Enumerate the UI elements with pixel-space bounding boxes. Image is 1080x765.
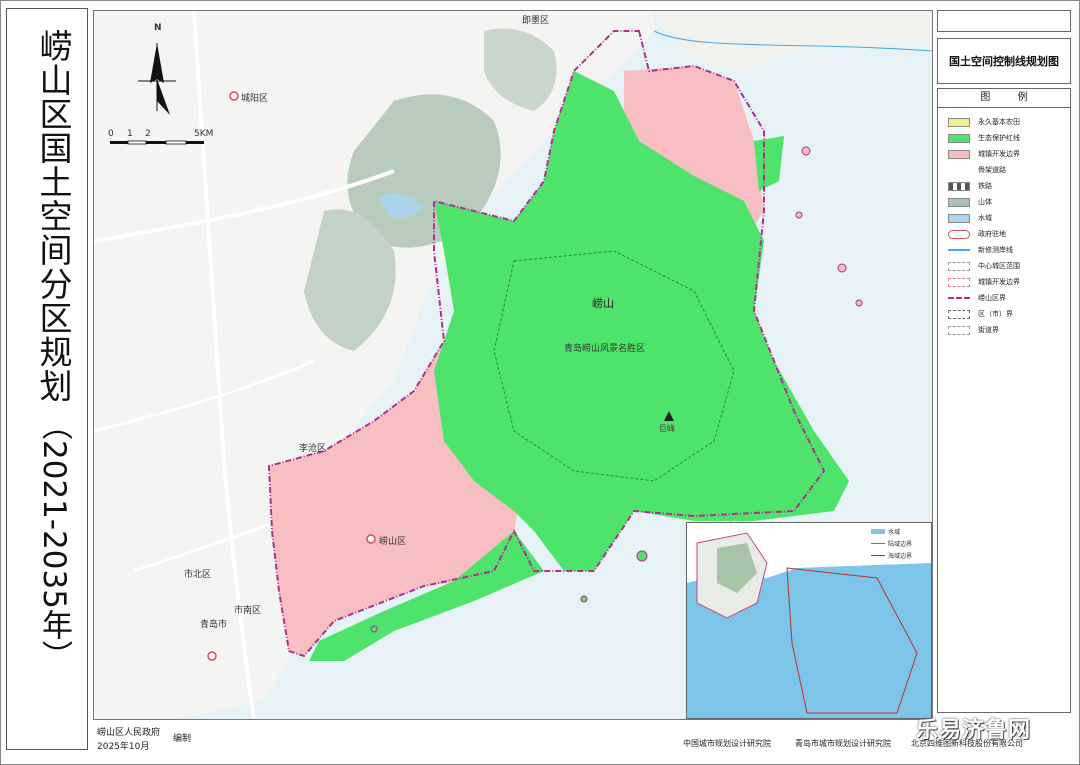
label-laoshan: 崂山 — [592, 297, 614, 310]
scale-tick-2: 2 — [145, 129, 151, 139]
scale-tick-5km: 5KM — [194, 129, 214, 139]
inset-legend-item: 水域 — [871, 527, 927, 536]
label-scenic-area: 青岛崂山风景名胜区 — [564, 344, 646, 354]
legend-item: 崂山区界 — [948, 290, 1070, 306]
legend-panel: 图 例 永久基本农田 生态保护红线 城镇开发边界 骨架道路铁路山体水域政府驻地新修测岸… — [937, 88, 1071, 713]
legend-item: 政府驻地 — [948, 226, 1070, 242]
legend-label: 新修测岸线 — [978, 246, 1013, 254]
legend-item: 水域 — [948, 210, 1070, 226]
inset-legend-label: 海域边界 — [888, 553, 913, 560]
scale-tick-1: 1 — [127, 129, 133, 139]
inset-legend: 水域 陆域边界 海域边界 — [871, 527, 927, 563]
legend-item: 新修测岸线 — [948, 242, 1070, 258]
legend-item: 永久基本农田 — [948, 114, 1070, 130]
legend-label: 街道界 — [978, 326, 999, 334]
map-title: 国土空间控制线规划图 — [937, 38, 1071, 84]
legend-label: 崂山区界 — [978, 294, 1006, 302]
footer-institute-2: 青岛市城市规划设计研究院 — [795, 739, 891, 748]
legend-item: 生态保护红线 — [948, 130, 1070, 146]
legend-swatch — [948, 149, 970, 159]
label-chengyang: 城阳区 — [241, 94, 269, 104]
inset-map: 水域 陆域边界 海域边界 — [686, 522, 932, 719]
label-jimo: 即墨区 — [522, 16, 550, 26]
legend-label: 政府驻地 — [978, 230, 1006, 238]
legend-swatch — [948, 229, 970, 239]
legend-item: 山体 — [948, 194, 1070, 210]
legend-list: 永久基本农田 生态保护红线 城镇开发边界 骨架道路铁路山体水域政府驻地新修测岸线中心城… — [938, 108, 1070, 338]
legend-label: 城镇开发边界 — [978, 150, 1020, 158]
plan-period: （2021-2035年） — [36, 409, 72, 671]
label-laoshan-district: 崂山区 — [379, 537, 407, 547]
title-block-top — [937, 10, 1071, 32]
label-licang: 李沧区 — [299, 444, 327, 454]
title-panel: 崂山区国土空间分区规划 （2021-2035年） — [6, 8, 88, 750]
inset-legend-swatch — [871, 529, 885, 534]
watermark: 乐易济鲁网 — [916, 718, 1032, 743]
legend-item: 城镇开发边界 — [948, 274, 1070, 290]
legend-label: 生态保护红线 — [978, 134, 1020, 142]
legend-label: 山体 — [978, 198, 992, 206]
legend-label: 永久基本农田 — [978, 118, 1020, 126]
inset-legend-swatch — [871, 555, 885, 556]
legend-label: 铁路 — [978, 182, 992, 190]
footer-government: 崂山区人民政府 — [97, 728, 161, 738]
legend-swatch — [948, 309, 970, 319]
legend-label: 区（市）界 — [978, 310, 1013, 318]
legend-heading: 图 例 — [938, 89, 1070, 108]
legend-swatch — [948, 181, 970, 191]
legend-swatch — [948, 165, 970, 175]
inset-legend-label: 陆域边界 — [888, 541, 913, 548]
label-qingdao: 青岛市 — [200, 620, 228, 630]
legend-swatch — [948, 325, 970, 335]
legend-swatch — [948, 249, 970, 251]
legend-item: 街道界 — [948, 322, 1070, 338]
inset-legend-item: 海域边界 — [871, 551, 927, 560]
label-shinan: 市南区 — [234, 606, 262, 616]
plan-title: 崂山区国土空间分区规划 — [34, 29, 73, 403]
legend-item: 铁路 — [948, 178, 1070, 194]
legend-label: 骨架道路 — [978, 166, 1006, 174]
legend-label: 水域 — [978, 214, 992, 222]
footer-date: 2025年10月 — [97, 742, 150, 752]
map-canvas[interactable]: N 0 1 2 5KM 崂山 青岛崂山风景名胜区 崂山区 李沧区 城阳区 市北区… — [93, 10, 933, 720]
label-peak: 巨峰 — [659, 424, 675, 433]
legend-swatch — [948, 197, 970, 207]
inset-legend-label: 水域 — [888, 529, 901, 536]
legend-item: 骨架道路 — [948, 162, 1070, 178]
legend-swatch — [948, 277, 970, 287]
scale-tick-0: 0 — [108, 129, 114, 139]
legend-swatch — [948, 261, 970, 271]
inset-legend-swatch — [871, 543, 885, 544]
legend-item: 中心城区范围 — [948, 258, 1070, 274]
legend-swatch — [948, 297, 970, 299]
footer-institute-1: 中国城市规划设计研究院 — [683, 739, 771, 748]
legend-swatch — [948, 117, 970, 127]
legend-swatch — [948, 133, 970, 143]
footer-compile: 编制 — [173, 734, 192, 744]
legend-item: 城镇开发边界 — [948, 146, 1070, 162]
label-shibei: 市北区 — [184, 570, 212, 580]
inset-legend-item: 陆域边界 — [871, 539, 927, 548]
compass-north-label: N — [154, 23, 162, 33]
legend-label: 中心城区范围 — [978, 262, 1020, 270]
legend-item: 区（市）界 — [948, 306, 1070, 322]
legend-label: 城镇开发边界 — [978, 278, 1020, 286]
legend-swatch — [948, 213, 970, 223]
